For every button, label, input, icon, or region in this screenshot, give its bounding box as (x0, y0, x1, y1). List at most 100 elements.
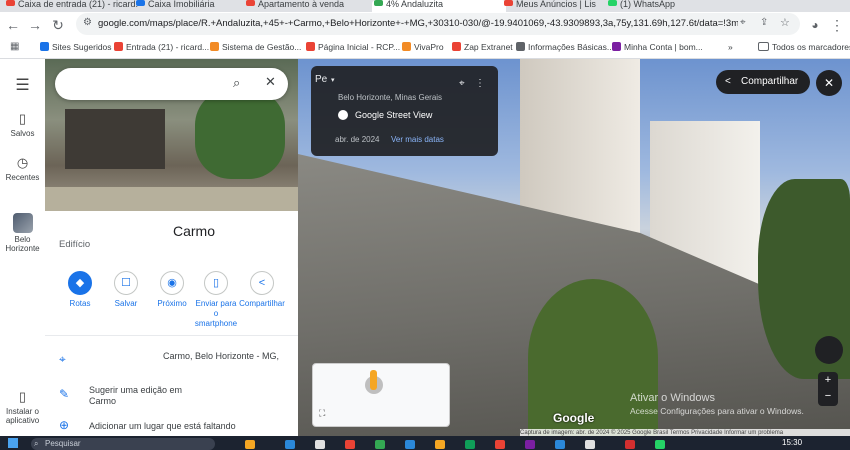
zoom-out-button[interactable]: − (818, 389, 838, 406)
windows-start-icon[interactable] (8, 438, 18, 448)
url-text[interactable]: google.com/maps/place/R.+Andaluzita,+45+… (98, 18, 738, 29)
bookmark-item[interactable]: Entrada (21) - ricard... (114, 42, 209, 52)
star-icon[interactable]: ☆ (780, 16, 790, 29)
history-icon: ◷ (16, 155, 29, 170)
taskbar-app-icon[interactable] (315, 440, 325, 449)
close-icon[interactable]: ✕ (265, 74, 276, 90)
rail-belo-horizonte[interactable]: Belo Horizonte (0, 213, 45, 253)
compass-icon[interactable] (815, 336, 843, 364)
taskbar-app-icon[interactable] (345, 440, 355, 449)
location-pin-icon: ⌖ (59, 352, 66, 366)
taskbar-app-icon[interactable] (495, 440, 505, 449)
more-options-icon[interactable]: ⋮ (475, 78, 485, 89)
taskbar-app-icon[interactable] (405, 440, 415, 449)
search-box[interactable]: ⌕ ✕ (55, 68, 288, 100)
photo-sidewalk (45, 187, 298, 211)
taskbar-app-icon[interactable] (555, 440, 565, 449)
city-thumbnail (12, 213, 33, 233)
address-row[interactable]: Carmo, Belo Horizonte - MG, (163, 351, 279, 362)
bookmark-icon: ☐ (114, 271, 138, 295)
zoom-controls: + − (818, 372, 838, 406)
share-icon: < (725, 76, 731, 87)
bookmark-item[interactable]: Informações Básicas... (516, 42, 614, 52)
profile-avatar[interactable]: ◕ (806, 16, 824, 34)
tab-strip: Caixa de entrada (21) - ricard... Caixa … (0, 0, 850, 12)
location-icon[interactable]: ⌖ (740, 17, 746, 28)
rail-recent[interactable]: ◷ Recentes (0, 155, 45, 182)
nearby-icon: ◉ (160, 271, 184, 295)
address-bar[interactable]: ⚙ google.com/maps/place/R.+Andaluzita,+4… (76, 13, 800, 35)
ads-icon (504, 0, 513, 6)
google-logo: Google (553, 411, 595, 425)
nearby-button[interactable]: ◉ Próximo (149, 271, 195, 309)
reload-icon[interactable]: ↻ (49, 16, 67, 34)
send-to-phone-button[interactable]: ▯ Enviar para o smartphone (193, 271, 239, 329)
tab-apartamento[interactable]: Apartamento à venda (244, 0, 370, 12)
bookmark-favicon (452, 42, 461, 51)
tab-gmail[interactable]: Caixa de entrada (21) - ricard... (4, 0, 138, 12)
share-button[interactable]: < Compartilhar (239, 271, 285, 309)
edit-pencil-icon: ✎ (59, 387, 70, 401)
rail-saved[interactable]: ▯ Salvos (0, 111, 45, 138)
menu-icon[interactable]: ☰ (0, 75, 45, 95)
bookmark-item[interactable]: Página Inicial - RCP... (306, 42, 400, 52)
save-button[interactable]: ☐ Salvar (103, 271, 149, 309)
taskbar-search[interactable]: ⌕ Pesquisar (31, 438, 215, 450)
photo-building-dark (65, 109, 165, 169)
bookmark-favicon (612, 42, 621, 51)
bookmark-item[interactable]: Minha Conta | bom... (612, 42, 703, 52)
phone-icon: ▯ (18, 389, 27, 404)
search-icon: ⌕ (34, 439, 39, 448)
directions-button[interactable]: ◆ Rotas (57, 271, 103, 309)
apps-icon[interactable]: ▦ (10, 41, 19, 52)
taskbar-app-icon[interactable] (465, 440, 475, 449)
tab-maps-active[interactable]: 4% Andaluzita (372, 0, 506, 12)
site-info-icon[interactable]: ⚙ (83, 17, 92, 28)
see-more-dates-link[interactable]: Ver mais datas (391, 135, 444, 144)
share-icon: < (250, 271, 274, 295)
location-pin-icon[interactable]: ⌖ (459, 78, 465, 89)
bookmark-favicon (402, 42, 411, 51)
taskbar-app-icon[interactable] (435, 440, 445, 449)
taskbar-app-icon[interactable] (625, 440, 635, 449)
bookmark-item[interactable]: Zap Extranet (452, 42, 513, 52)
zoom-in-button[interactable]: + (818, 372, 838, 389)
taskbar-app-icon[interactable] (655, 440, 665, 449)
tab-anuncios[interactable]: Meus Anúncios | Lis (502, 0, 612, 12)
tab-caixa[interactable]: Caixa Imobiliária (134, 0, 248, 12)
directions-icon: ◆ (68, 271, 92, 295)
taskbar-clock[interactable]: 15:30 (782, 438, 802, 447)
chevron-down-icon[interactable]: ▾ (331, 76, 335, 84)
tab-whatsapp[interactable]: (1) WhatsApp (606, 0, 710, 12)
search-icon[interactable]: ⌕ (233, 75, 240, 91)
suggest-edit-link[interactable]: Sugerir uma edição em Carmo (89, 385, 182, 407)
taskbar-app-icon[interactable] (585, 440, 595, 449)
whatsapp-icon (608, 0, 617, 6)
rail-install-app[interactable]: ▯ Instalar o aplicativo (0, 389, 45, 425)
forward-icon[interactable]: → (26, 16, 44, 34)
gmail-icon (6, 0, 15, 6)
all-bookmarks-folder[interactable]: Todos os marcadores (758, 42, 850, 52)
add-missing-place-link[interactable]: Adicionar um lugar que está faltando (89, 421, 236, 432)
phone-send-icon: ▯ (204, 271, 228, 295)
location-text: Belo Horizonte, Minas Gerais (338, 93, 443, 102)
taskbar-app-icon[interactable] (375, 440, 385, 449)
taskbar-app-icon[interactable] (245, 440, 255, 449)
browser-menu-icon[interactable]: ⋮ (828, 16, 846, 34)
share-street-view-button[interactable]: < Compartilhar (716, 70, 810, 94)
taskbar-app-icon[interactable] (525, 440, 535, 449)
street-view-minimap[interactable]: ⛶ (312, 363, 450, 427)
more-bookmarks-icon[interactable]: » (728, 42, 733, 52)
share-page-icon[interactable]: ⇪ (760, 17, 768, 28)
close-street-view-button[interactable]: ✕ (816, 70, 842, 96)
expand-map-icon[interactable]: ⛶ (319, 408, 325, 419)
back-icon[interactable]: ← (4, 16, 22, 34)
street-view-brand: Google Street View (355, 110, 433, 120)
pegman-icon[interactable] (370, 370, 377, 390)
capture-date: abr. de 2024 (335, 135, 380, 144)
bookmark-item[interactable]: Sites Sugeridos (40, 42, 112, 52)
bookmark-item[interactable]: Sistema de Gestão... (210, 42, 301, 52)
street-view-info-card: Pe ▾ ⌖ ⋮ Belo Horizonte, Minas Gerais Go… (311, 66, 498, 156)
bookmark-item[interactable]: VivaPro (402, 42, 444, 52)
taskbar-app-icon[interactable] (285, 440, 295, 449)
